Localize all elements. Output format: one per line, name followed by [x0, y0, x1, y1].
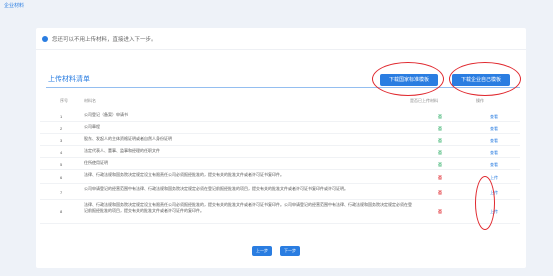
- row-status: 否: [438, 150, 442, 155]
- next-button[interactable]: 下一步: [280, 246, 300, 256]
- row-name: 住所使用证明: [84, 160, 108, 165]
- header-status: 是否已上传材料: [410, 98, 438, 103]
- row-no: 3: [60, 138, 63, 143]
- row-no: 4: [60, 150, 63, 155]
- row-status: 否: [438, 114, 442, 119]
- row-no: 8: [60, 209, 63, 214]
- row-status: 否: [438, 190, 442, 195]
- row-op-link[interactable]: 查看: [490, 138, 498, 144]
- prev-button[interactable]: 上一步: [252, 246, 272, 256]
- row-op-link[interactable]: 上传: [490, 209, 498, 215]
- section-title: 上传材料清单: [48, 76, 90, 83]
- row-name: 公司申请登记的经营范围中有法律、行政法规和国务院决定规定必须在登记前报经批准的项…: [84, 186, 348, 191]
- add-empty-button[interactable]: 下载国家标准模板: [380, 74, 438, 86]
- row-status: 否: [438, 138, 442, 143]
- row-op-link[interactable]: 上传: [490, 175, 498, 181]
- row-op-link[interactable]: 查看: [490, 114, 498, 120]
- row-op-link[interactable]: 上传: [490, 190, 498, 196]
- table-row: 3 股东、发起人的主体资格证明或者自然人身份证明 否 查看: [40, 134, 520, 146]
- row-op-link[interactable]: 查看: [490, 162, 498, 168]
- row-no: 7: [60, 190, 63, 195]
- row-status: 否: [438, 126, 442, 131]
- table-row: 5 住所使用证明 否 查看: [40, 158, 520, 170]
- page-title: 企业材料: [4, 3, 25, 9]
- row-status: 否: [438, 162, 442, 167]
- add-doc-button[interactable]: 下载企业自己模板: [452, 74, 510, 86]
- table-row: 6 法律、行政法规和国务院决定规定设立有限责任公司必须报经批准的，提交有关的批准…: [40, 170, 520, 184]
- row-no: 5: [60, 162, 63, 167]
- row-status: 否: [438, 209, 442, 214]
- row-no: 1: [60, 114, 63, 119]
- table-row: 8 法律、行政法规和国务院决定规定设立有限责任公司必须报经批准的，提交有关的批准…: [40, 200, 520, 224]
- row-op-link[interactable]: 查看: [490, 150, 498, 156]
- row-name: 公司章程: [84, 124, 100, 129]
- row-name: 法律、行政法规和国务院决定规定设立有限责任公司必须报经批准的，提交有关的批准文件…: [84, 202, 412, 213]
- info-icon: [42, 36, 48, 42]
- row-status: 否: [438, 175, 442, 180]
- notice-text: 您还可以不用上传材料，直接进入下一步。: [52, 37, 157, 43]
- table-row: 1 公司登记（备案）申请书 否 查看: [40, 110, 520, 122]
- table-row: 4 法定代表人、董事、监事和经理的任职文件 否 查看: [40, 146, 520, 158]
- row-name: 法律、行政法规和国务院决定规定设立有限责任公司必须报经批准的，提交有关的批准文件…: [84, 172, 284, 177]
- row-name: 公司登记（备案）申请书: [84, 112, 128, 117]
- row-name: 法定代表人、董事、监事和经理的任职文件: [84, 148, 160, 153]
- notice-bar: 您还可以不用上传材料，直接进入下一步。: [36, 28, 526, 50]
- header-name: 材料名: [84, 98, 96, 103]
- header-op: 操作: [476, 98, 484, 103]
- row-no: 6: [60, 175, 63, 180]
- row-op-link[interactable]: 查看: [490, 126, 498, 132]
- table-row: 7 公司申请登记的经营范围中有法律、行政法规和国务院决定规定必须在登记前报经批准…: [40, 184, 520, 200]
- header-no: 序号: [60, 98, 68, 103]
- section-divider: [46, 87, 520, 88]
- row-name: 股东、发起人的主体资格证明或者自然人身份证明: [84, 136, 172, 141]
- row-no: 2: [60, 126, 63, 131]
- table-row: 2 公司章程 否 查看: [40, 122, 520, 134]
